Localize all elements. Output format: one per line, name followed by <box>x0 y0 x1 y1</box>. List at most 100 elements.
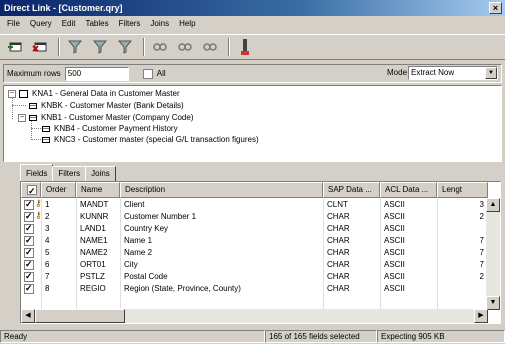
cell-name: NAME2 <box>80 248 108 257</box>
tree-line <box>12 96 13 119</box>
run-button[interactable] <box>234 37 256 57</box>
table-icon <box>42 125 50 132</box>
menu-filters[interactable]: Filters <box>114 17 146 31</box>
column-header-order[interactable]: Order <box>41 182 76 198</box>
cell-order: 2 <box>45 212 50 221</box>
menu-edit[interactable]: Edit <box>57 17 81 31</box>
cell-name: MANDT <box>80 200 109 209</box>
scroll-down-button[interactable]: ▼ <box>486 296 500 310</box>
cell-order: 6 <box>45 260 50 269</box>
field-checkbox[interactable] <box>24 235 34 246</box>
scroll-left-button[interactable]: ◀ <box>21 309 35 323</box>
tree-line <box>12 105 26 106</box>
app-window: Direct Link - [Customer.qry] × File Quer… <box>0 0 505 344</box>
filter-remove-button[interactable] <box>114 37 136 57</box>
table-row[interactable]: 7 PSTLZ Postal Code CHAR ASCII 2 <box>21 271 485 282</box>
vertical-scrollbar[interactable]: ▲ ▼ <box>486 198 500 310</box>
tree-node-knb1[interactable]: − KNB1 - Customer Master (Company Code) <box>18 112 194 123</box>
max-rows-input[interactable]: 500 <box>64 66 129 81</box>
fields-grid: Order Name Description SAP Data ... ACL … <box>20 181 501 324</box>
toolbar <box>0 34 505 60</box>
collapse-icon[interactable]: − <box>8 89 16 98</box>
menu-joins[interactable]: Joins <box>145 17 174 31</box>
join-edit-button[interactable] <box>174 37 196 57</box>
tab-filters[interactable]: Filters <box>52 166 87 181</box>
cell-order: 8 <box>45 284 50 293</box>
column-header-length[interactable]: Lengt <box>437 182 488 198</box>
table-row[interactable]: 6 ORT01 City CHAR ASCII 7 <box>21 259 485 270</box>
cell-order: 7 <box>45 272 50 281</box>
scroll-right-button[interactable]: ▶ <box>474 309 488 323</box>
table-row[interactable]: ⚷2KUNNRCustomer Number 1CHARASCII2 <box>21 210 485 222</box>
tab-strip: Fields Filters Joins <box>20 164 116 181</box>
mode-select[interactable]: Extract Now ▼ <box>408 66 498 80</box>
collapse-icon[interactable]: − <box>18 113 26 122</box>
status-selected: 165 of 165 fields selected <box>265 330 377 343</box>
cell-sap: CHAR <box>327 284 350 293</box>
toolbar-separator <box>58 38 60 56</box>
join-remove-button[interactable] <box>199 37 221 57</box>
table-row[interactable]: 5 NAME2 Name 2 CHAR ASCII 7 <box>21 247 485 258</box>
cell-len: 2 <box>479 212 484 221</box>
cell-len: 3 <box>479 200 484 209</box>
table-tree: − KNA1 - General Data in Customer Master… <box>3 85 502 162</box>
column-header-name[interactable]: Name <box>76 182 120 198</box>
remove-table-button[interactable] <box>29 37 51 57</box>
tree-node-knbk[interactable]: KNBK - Customer Master (Bank Details) <box>29 100 184 111</box>
column-header-acl-data[interactable]: ACL Data ... <box>380 182 437 198</box>
field-checkbox[interactable] <box>24 271 34 282</box>
table-row[interactable]: 4 NAME1 Name 1 CHAR ASCII 7 <box>21 235 485 246</box>
cell-len: 7 <box>479 236 484 245</box>
table-row[interactable]: ⚷1MANDTClientCLNTASCII3 <box>21 198 485 210</box>
tab-fields[interactable]: Fields <box>20 164 54 181</box>
cell-acl: ASCII <box>384 248 405 257</box>
cell-desc: Postal Code <box>124 272 168 281</box>
select-all-checkbox[interactable] <box>27 184 37 197</box>
window-title: Direct Link - [Customer.qry] <box>4 3 123 13</box>
cell-sap: CHAR <box>327 236 350 245</box>
menu-file[interactable]: File <box>2 17 25 31</box>
field-checkbox[interactable] <box>24 223 34 234</box>
field-checkbox[interactable] <box>24 259 34 270</box>
cell-name: PSTLZ <box>80 272 105 281</box>
join-add-icon <box>153 43 167 51</box>
menu-query[interactable]: Query <box>25 17 57 31</box>
cell-order: 1 <box>45 200 50 209</box>
cell-name: ORT01 <box>80 260 106 269</box>
cell-sap: CHAR <box>327 224 350 233</box>
tree-node-knb4[interactable]: KNB4 - Customer Payment History <box>42 123 178 134</box>
column-header-description[interactable]: Description <box>120 182 323 198</box>
close-button[interactable]: × <box>489 2 502 14</box>
menu-bar: File Query Edit Tables Filters Joins Hel… <box>0 17 505 31</box>
horizontal-scrollbar[interactable]: ◀ ▶ <box>21 309 488 323</box>
column-header-select[interactable] <box>21 182 41 198</box>
field-checkbox[interactable] <box>24 247 34 258</box>
column-header-sap-data[interactable]: SAP Data ... <box>323 182 380 198</box>
cell-acl: ASCII <box>384 272 405 281</box>
cell-order: 4 <box>45 236 50 245</box>
table-row[interactable]: 3 LAND1 Country Key CHAR ASCII <box>21 223 485 234</box>
field-checkbox[interactable] <box>24 283 34 294</box>
all-checkbox[interactable] <box>142 68 153 79</box>
horizontal-scroll-thumb[interactable] <box>35 309 125 323</box>
tree-line <box>31 139 41 140</box>
tree-node-knc3[interactable]: KNC3 - Customer master (special G/L tran… <box>42 134 259 145</box>
add-table-button[interactable] <box>4 37 26 57</box>
cell-acl: ASCII <box>384 236 405 245</box>
field-checkbox[interactable] <box>24 199 34 210</box>
join-add-button[interactable] <box>149 37 171 57</box>
table-row[interactable]: 8 REGIO Region (State, Province, County) CH… <box>21 283 485 294</box>
filter-add-button[interactable] <box>64 37 86 57</box>
table-icon <box>42 136 50 143</box>
filter-edit-button[interactable] <box>89 37 111 57</box>
cell-sap: CHAR <box>327 272 350 281</box>
cell-desc: Region (State, Province, County) <box>124 284 241 293</box>
tree-node-kna1[interactable]: − KNA1 - General Data in Customer Master <box>8 88 180 99</box>
tab-joins[interactable]: Joins <box>85 166 116 181</box>
field-checkbox[interactable] <box>24 211 34 222</box>
cell-acl: ASCII <box>384 200 405 209</box>
menu-tables[interactable]: Tables <box>80 17 113 31</box>
scroll-up-button[interactable]: ▲ <box>486 198 500 212</box>
menu-help[interactable]: Help <box>174 17 200 31</box>
cell-acl: ASCII <box>384 284 405 293</box>
